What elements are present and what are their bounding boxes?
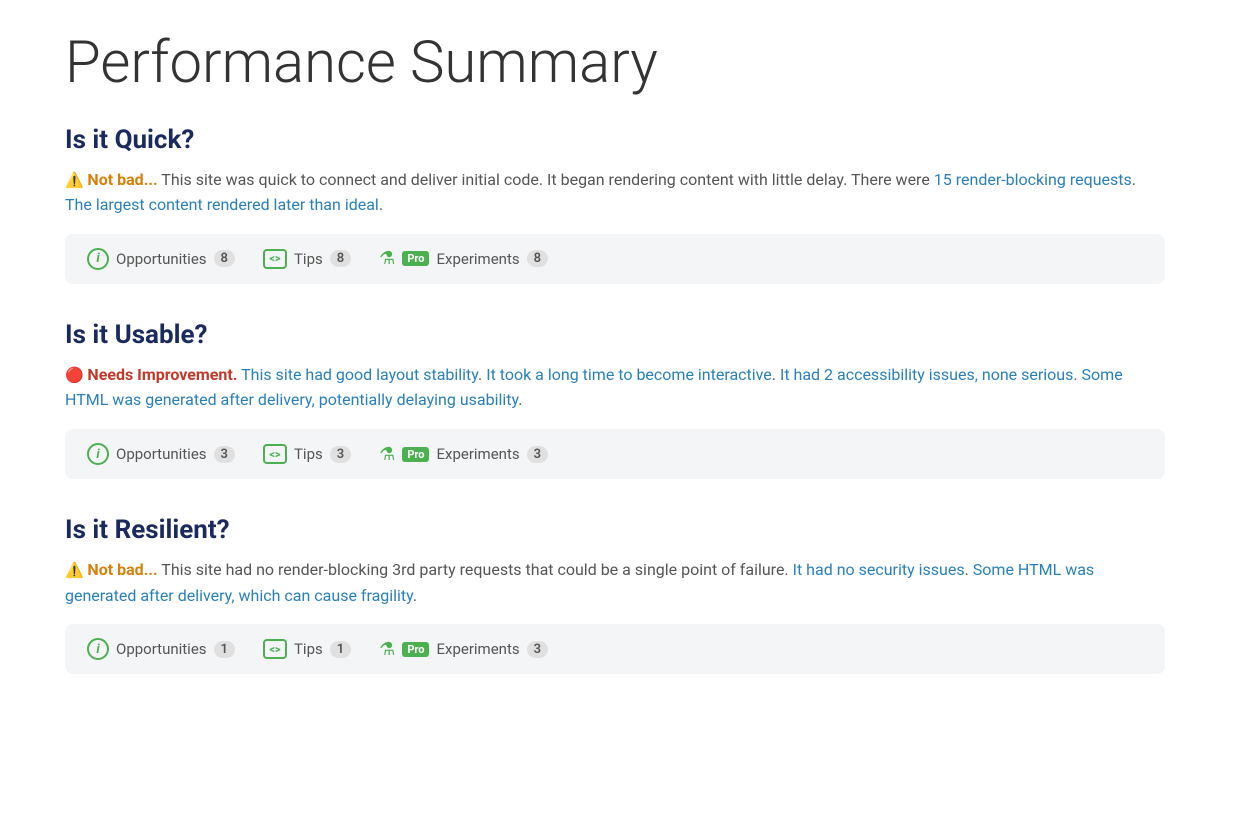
- pro-badge: Pro: [402, 642, 429, 657]
- experiments-icon: ⚗: [379, 444, 395, 465]
- body-link[interactable]: It had no security issues: [793, 560, 965, 579]
- tag-count: 3: [527, 446, 548, 463]
- status-label-resilient: Not bad...: [87, 560, 157, 579]
- tag-count: 1: [214, 641, 235, 658]
- body-link[interactable]: The largest content rendered later than …: [65, 195, 379, 214]
- tag-label: Tips: [294, 445, 323, 463]
- body-link[interactable]: It had 2 accessibility issues, none seri…: [780, 365, 1073, 384]
- tag-count: 3: [214, 446, 235, 463]
- tag-bar-quick: i Opportunities 8 <> Tips 8 ⚗ Pro Experiments 8: [65, 234, 1165, 284]
- tag-label: Tips: [294, 640, 323, 658]
- section-body-quick: ⚠️ Not bad... This site was quick to con…: [65, 167, 1165, 218]
- section-usable: Is it Usable? 🔴 Needs Improvement. This s…: [65, 320, 1184, 479]
- body-link[interactable]: It took a long time to become interactiv…: [486, 365, 772, 384]
- tag-count: 8: [330, 250, 351, 267]
- warning-triangle-icon: ⚠️: [65, 171, 87, 189]
- section-heading-quick: Is it Quick?: [65, 125, 1184, 155]
- tag-bar-resilient: i Opportunities 1 <> Tips 1 ⚗ Pro Experiments 3: [65, 624, 1165, 674]
- section-heading-resilient: Is it Resilient?: [65, 515, 1184, 545]
- body-link[interactable]: This site had good layout stability: [241, 365, 478, 384]
- page-title: Performance Summary: [65, 30, 1184, 97]
- experiments-icon: ⚗: [379, 248, 395, 269]
- section-heading-usable: Is it Usable?: [65, 320, 1184, 350]
- section-body-resilient: ⚠️ Not bad... This site had no render-bl…: [65, 557, 1165, 608]
- tag-bar-usable: i Opportunities 3 <> Tips 3 ⚗ Pro Experiments 3: [65, 429, 1165, 479]
- tips-icon: <>: [263, 444, 287, 464]
- tips-icon: <>: [263, 249, 287, 269]
- warning-triangle-icon: ⚠️: [65, 561, 87, 579]
- status-label-quick: Not bad...: [87, 170, 157, 189]
- tips-icon: <>: [263, 639, 287, 659]
- tag-item-experiments[interactable]: ⚗ Pro Experiments 3: [379, 639, 548, 660]
- tag-count: 3: [527, 641, 548, 658]
- tag-item-opportunities[interactable]: i Opportunities 1: [87, 638, 235, 660]
- opportunities-icon: i: [87, 443, 109, 465]
- status-label-usable: Needs Improvement.: [87, 365, 237, 384]
- pro-badge: Pro: [402, 447, 429, 462]
- tag-item-opportunities[interactable]: i Opportunities 3: [87, 443, 235, 465]
- body-link[interactable]: 15 render-blocking requests: [934, 170, 1132, 189]
- tag-item-experiments[interactable]: ⚗ Pro Experiments 3: [379, 444, 548, 465]
- tag-label: Opportunities: [116, 445, 207, 463]
- pro-badge: Pro: [402, 251, 429, 266]
- section-body-usable: 🔴 Needs Improvement. This site had good …: [65, 362, 1165, 413]
- tag-label: Tips: [294, 250, 323, 268]
- section-quick: Is it Quick? ⚠️ Not bad... This site was …: [65, 125, 1184, 284]
- tag-item-tips[interactable]: <> Tips 8: [263, 249, 351, 269]
- tag-label: Experiments: [436, 250, 519, 268]
- experiments-icon: ⚗: [379, 639, 395, 660]
- tag-label: Opportunities: [116, 250, 207, 268]
- tag-label: Opportunities: [116, 640, 207, 658]
- tag-item-experiments[interactable]: ⚗ Pro Experiments 8: [379, 248, 548, 269]
- tag-label: Experiments: [436, 640, 519, 658]
- error-circle-icon: 🔴: [65, 366, 87, 384]
- section-resilient: Is it Resilient? ⚠️ Not bad... This site …: [65, 515, 1184, 674]
- tag-count: 8: [214, 250, 235, 267]
- tag-count: 3: [330, 446, 351, 463]
- tag-item-tips[interactable]: <> Tips 1: [263, 639, 351, 659]
- opportunities-icon: i: [87, 638, 109, 660]
- tag-count: 8: [527, 250, 548, 267]
- tag-label: Experiments: [436, 445, 519, 463]
- tag-item-tips[interactable]: <> Tips 3: [263, 444, 351, 464]
- opportunities-icon: i: [87, 248, 109, 270]
- tag-item-opportunities[interactable]: i Opportunities 8: [87, 248, 235, 270]
- tag-count: 1: [330, 641, 351, 658]
